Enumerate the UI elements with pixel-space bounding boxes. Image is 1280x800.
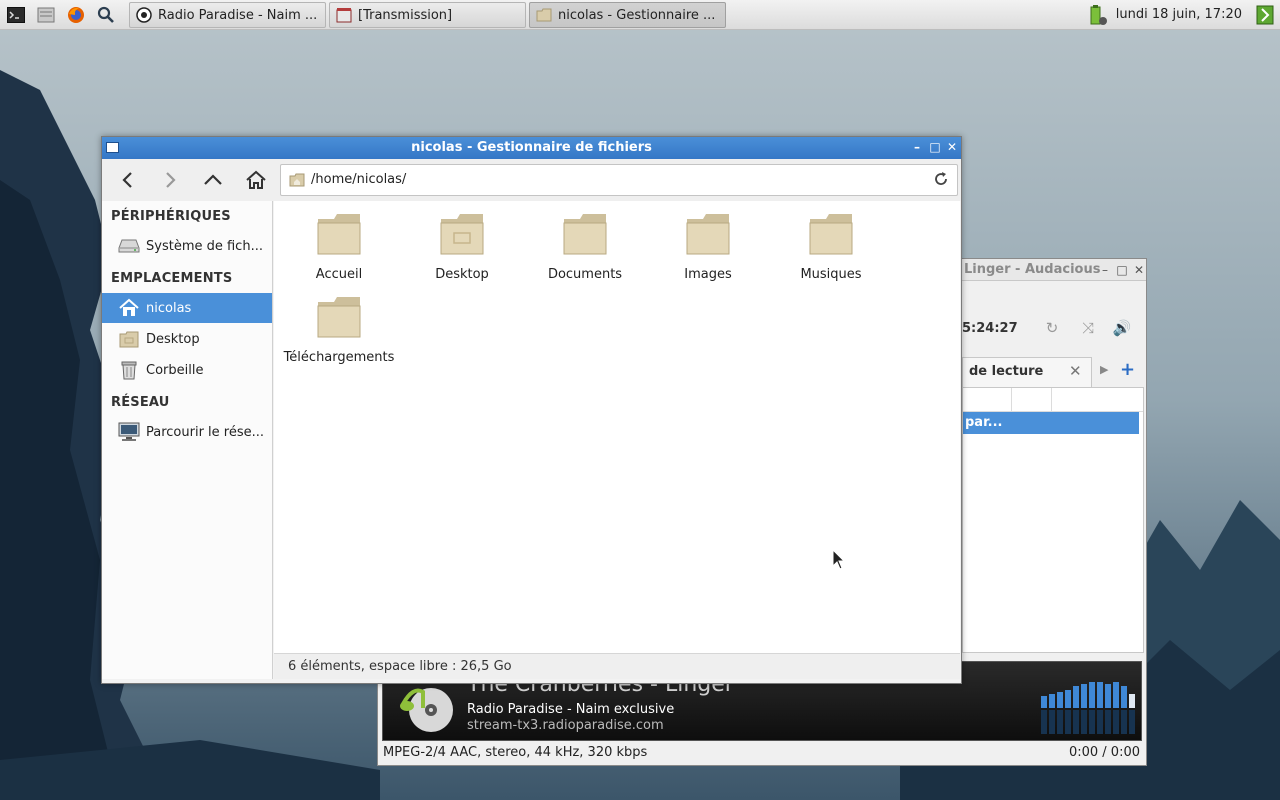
sidebar-item-label: Desktop [146,331,200,347]
panel-clock[interactable]: lundi 18 juin, 17:20 [1116,7,1242,22]
repeat-icon[interactable]: ↻ [1042,319,1062,339]
reload-icon[interactable] [933,171,949,187]
folder-icon [317,297,361,338]
folder-icon [563,214,607,255]
minimize-icon[interactable]: – [1098,263,1112,277]
folder-item-telechargements[interactable]: Téléchargements [279,294,399,365]
tab-playlist[interactable]: de lecture ✕ [962,357,1092,387]
home-button[interactable] [240,165,272,195]
sidebar-item-trash[interactable]: Corbeille [102,355,272,385]
sidebar-item-label: Système de fich... [146,238,263,254]
volume-icon[interactable]: 🔊 [1112,319,1132,339]
taskbar-item-label: [Transmission] [358,7,453,23]
file-manager-icon[interactable] [32,1,60,29]
status-bar: 6 éléments, espace libre : 26,5 Go [274,653,960,679]
sidebar-header-network: RÉSEAU [111,395,170,410]
forward-button[interactable] [154,165,186,195]
location-bar[interactable]: /home/nicolas/ [280,164,958,196]
folder-icon [809,214,853,255]
codec-info: MPEG-2/4 AAC, stereo, 44 kHz, 320 kbps [383,745,648,760]
stream-url: stream-tx3.radioparadise.com [467,718,664,733]
window-title: Linger - Audacious [964,262,1101,277]
playlist-header [963,388,1143,412]
back-button[interactable] [112,165,144,195]
desktop-folder-icon [118,329,140,349]
taskbar-item-file-manager[interactable]: nicolas - Gestionnaire ... [529,2,726,28]
folder-icon [317,214,361,255]
search-icon[interactable] [92,1,120,29]
folder-item-musiques[interactable]: Musiques [771,211,891,282]
sidebar-item-label: nicolas [146,300,192,316]
file-manager-window: nicolas - Gestionnaire de fichiers – □ ✕… [101,136,962,684]
up-button[interactable] [197,165,229,195]
visualizer [1041,682,1135,734]
minimize-icon[interactable]: – [910,140,924,154]
sidebar-header-devices: PÉRIPHÉRIQUES [111,209,231,224]
taskbar-item-label: Radio Paradise - Naim ... [158,7,318,23]
shuffle-icon[interactable]: ⤨ [1078,319,1098,339]
tab-scroll-right-icon[interactable]: ▶ [1100,363,1108,376]
network-icon [118,422,140,442]
location-path: /home/nicolas/ [311,172,407,187]
home-folder-icon [289,173,305,187]
home-icon [246,170,266,189]
home-icon [118,298,140,318]
taskbar-item-transmission[interactable]: [Transmission] [329,2,526,28]
terminal-icon[interactable] [2,1,30,29]
folder-item-documents[interactable]: Documents [525,211,645,282]
maximize-icon[interactable]: □ [928,140,942,154]
taskbar-item-audacious[interactable]: Radio Paradise - Naim ... [129,2,326,28]
firefox-icon[interactable] [62,1,90,29]
power-icon[interactable] [1256,5,1274,25]
folder-icon [536,8,552,22]
arrow-up-icon [204,174,222,185]
file-view[interactable]: Accueil Desktop Documents Images Musique… [274,201,960,653]
playback-position: 0:00 / 0:00 [1068,745,1140,760]
close-tab-icon[interactable]: ✕ [1069,362,1082,380]
folder-label: Images [684,267,732,282]
playlist-row[interactable]: par... [963,412,1139,434]
arrow-right-icon [166,172,176,188]
folder-label: Desktop [435,267,489,282]
sidebar-item-label: Parcourir le rése... [146,424,265,440]
sidebar-item-network[interactable]: Parcourir le rése... [102,417,272,447]
window-title: nicolas - Gestionnaire de fichiers [411,140,652,155]
folder-icon [686,214,730,255]
album-art-icon [400,688,453,732]
sidebar-item-desktop[interactable]: Desktop [102,324,272,354]
folder-label: Musiques [800,267,862,282]
folder-item-accueil[interactable]: Accueil [279,211,399,282]
sidebar: PÉRIPHÉRIQUES Système de fich... EMPLACE… [102,201,273,679]
playlist[interactable]: par... [962,387,1144,653]
close-icon[interactable]: ✕ [945,140,959,154]
file-manager-titlebar[interactable]: nicolas - Gestionnaire de fichiers – □ ✕ [102,137,961,159]
top-panel: Radio Paradise - Naim ... [Transmission]… [0,0,1280,30]
sidebar-header-places: EMPLACEMENTS [111,271,233,286]
folder-label: Accueil [315,267,363,282]
status-text: 6 éléments, espace libre : 26,5 Go [288,659,512,674]
trash-icon [118,360,140,380]
mouse-cursor-icon [832,549,846,570]
drive-icon [118,236,140,256]
folder-label: Documents [547,267,623,282]
transmission-icon [336,8,352,23]
sidebar-item-label: Corbeille [146,362,204,378]
arrow-left-icon [122,172,132,188]
sidebar-item-filesystem[interactable]: Système de fich... [102,231,272,261]
folder-item-images[interactable]: Images [648,211,768,282]
close-icon[interactable]: ✕ [1132,263,1146,277]
battery-icon[interactable] [1088,5,1110,27]
desktop-folder-icon [440,214,484,255]
folder-item-desktop[interactable]: Desktop [402,211,522,282]
elapsed-time: 5:24:27 [962,321,1018,336]
sidebar-item-home[interactable]: nicolas [102,293,272,323]
maximize-icon[interactable]: □ [1115,263,1129,277]
folder-label: Téléchargements [283,350,395,365]
station-name: Radio Paradise - Naim exclusive [467,702,675,717]
taskbar-item-label: nicolas - Gestionnaire ... [558,7,716,23]
add-playlist-icon[interactable]: + [1120,359,1135,380]
audacious-icon [136,7,152,23]
tab-label: de lecture [969,364,1044,379]
